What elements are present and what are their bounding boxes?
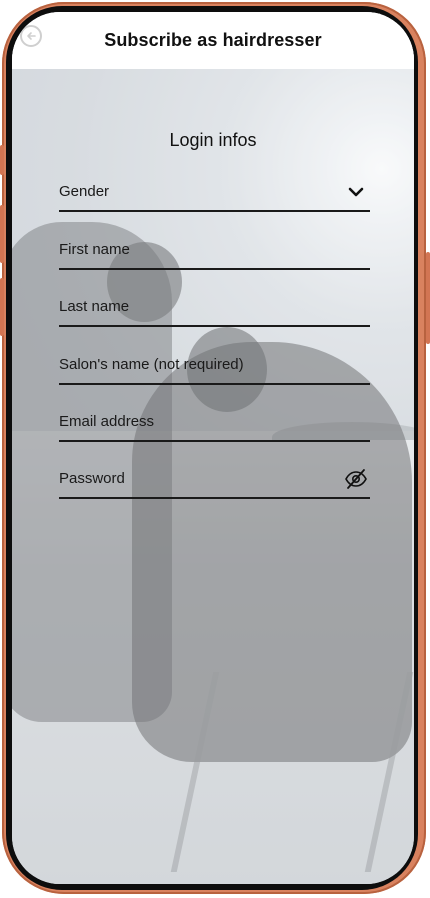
gender-label: Gender (59, 182, 110, 200)
password-field[interactable]: Password (59, 459, 370, 499)
back-circle-icon[interactable] (20, 25, 42, 47)
email-field[interactable]: Email address (59, 402, 370, 442)
last-name-field[interactable]: Last name (59, 287, 370, 327)
salon-name-field[interactable]: Salon's name (not required) (59, 345, 370, 385)
screen: Subscribe as hairdresser Login infos Gen… (12, 12, 414, 884)
email-label: Email address (59, 412, 155, 430)
volume-down-button (0, 278, 4, 336)
eye-off-icon[interactable] (344, 467, 368, 491)
page-title: Subscribe as hairdresser (104, 30, 322, 50)
password-label: Password (59, 469, 125, 487)
silent-switch (0, 145, 4, 175)
power-button (426, 252, 430, 344)
gender-select[interactable]: Gender (59, 172, 370, 212)
chevron-down-icon (348, 187, 364, 197)
form-title: Login infos (169, 130, 257, 150)
salon-name-label: Salon's name (not required) (59, 355, 244, 373)
app-header: Subscribe as hairdresser (12, 12, 414, 69)
volume-up-button (0, 205, 4, 263)
last-name-label: Last name (59, 297, 130, 315)
first-name-label: First name (59, 240, 130, 258)
first-name-field[interactable]: First name (59, 230, 370, 270)
